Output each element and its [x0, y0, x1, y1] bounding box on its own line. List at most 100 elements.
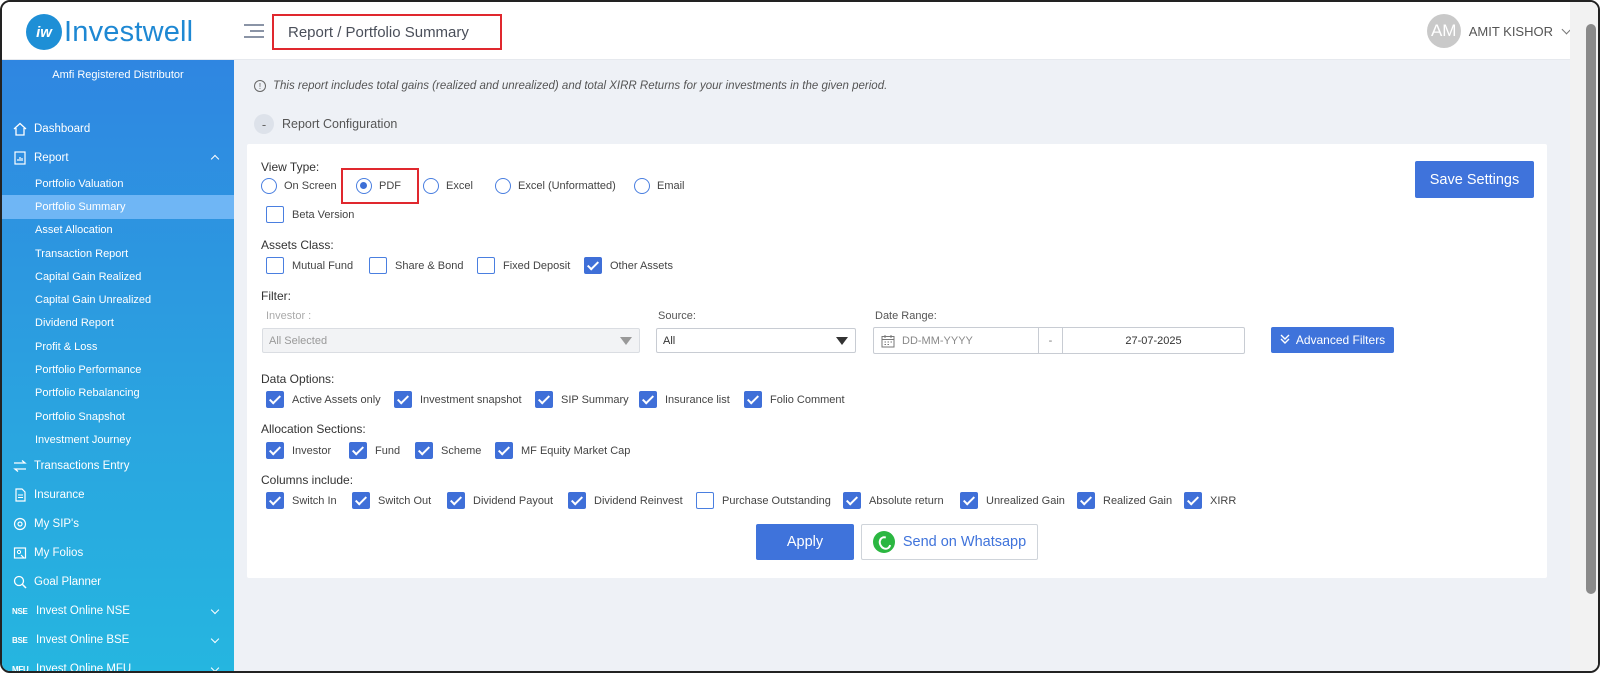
checkbox-unrealized-gain[interactable]: Unrealized Gain [960, 492, 1065, 509]
radio-excel[interactable]: Excel [423, 178, 473, 194]
source-value: All [663, 335, 676, 347]
checkbox [394, 391, 412, 408]
checkbox-xirr[interactable]: XIRR [1184, 492, 1236, 509]
submenu-investment-journey[interactable]: Investment Journey [2, 428, 234, 451]
sidebar-item-dashboard[interactable]: Dashboard [2, 114, 234, 143]
checkbox-investor[interactable]: Investor [266, 442, 331, 459]
chevron-down-icon [210, 605, 220, 614]
checkbox-sip-summary[interactable]: SIP Summary [535, 391, 629, 408]
checkbox-fixed-deposit[interactable]: Fixed Deposit [477, 257, 570, 274]
submenu-portfolio-snapshot[interactable]: Portfolio Snapshot [2, 405, 234, 428]
apply-button[interactable]: Apply [756, 524, 854, 560]
collapse-icon: - [254, 114, 274, 134]
radio-on-screen[interactable]: On Screen [261, 178, 337, 194]
sidebar-item-insurance[interactable]: Insurance [2, 481, 234, 510]
submenu-portfolio-valuation[interactable]: Portfolio Valuation [2, 172, 234, 195]
checkbox [639, 391, 657, 408]
checkbox-dividend-reinvest[interactable]: Dividend Reinvest [568, 492, 683, 509]
user-menu[interactable]: AM AMIT KISHOR [1426, 14, 1572, 48]
send-on-whatsapp-button[interactable]: Send on Whatsapp [861, 524, 1038, 560]
radio-excel-unformatted[interactable]: Excel (Unformatted) [495, 178, 616, 194]
sidebar: Amfi Registered Distributor Dashboard Re… [2, 60, 234, 673]
mfu-icon: MFU [12, 664, 29, 673]
radio-label: Excel (Unformatted) [518, 180, 616, 192]
checkbox [415, 442, 433, 459]
investor-select[interactable]: All Selected [262, 328, 640, 353]
submenu-portfolio-rebalancing[interactable]: Portfolio Rebalancing [2, 382, 234, 405]
checkbox [266, 492, 284, 509]
checkbox-label: Active Assets only [292, 393, 381, 406]
report-icon [12, 150, 28, 166]
sidebar-item-goal-planner[interactable]: Goal Planner [2, 568, 234, 597]
source-select[interactable]: All [656, 328, 856, 353]
logo[interactable]: iw Investwell [26, 14, 193, 50]
logo-text: Investwell [64, 15, 194, 48]
whatsapp-icon [872, 531, 895, 553]
checkbox-investment-snapshot[interactable]: Investment snapshot [394, 391, 522, 408]
menu-toggle-icon[interactable] [244, 24, 264, 40]
checkbox-dividend-payout[interactable]: Dividend Payout [447, 492, 553, 509]
sidebar-item-my-sips[interactable]: My SIP's [2, 510, 234, 539]
goal-icon [12, 574, 28, 590]
sidebar-item-report[interactable]: Report [2, 143, 234, 172]
checkbox-purchase-outstanding[interactable]: Purchase Outstanding [696, 492, 831, 509]
filter-label: Filter: [261, 289, 291, 303]
top-bar: iw Investwell Report / Portfolio Summary… [2, 2, 1598, 60]
calendar-icon[interactable] [874, 328, 902, 353]
checkbox-switch-in[interactable]: Switch In [266, 492, 337, 509]
info-text: This report includes total gains (realiz… [273, 80, 888, 92]
sidebar-item-invest-online-bse[interactable]: BSE Invest Online BSE [2, 626, 234, 655]
submenu-transaction-report[interactable]: Transaction Report [2, 242, 234, 265]
sidebar-item-invest-online-mfu[interactable]: MFU Invest Online MFU [2, 655, 234, 673]
send-on-whatsapp-label: Send on Whatsapp [902, 534, 1027, 550]
sidebar-item-my-folios[interactable]: My Folios [2, 539, 234, 568]
checkbox-switch-out[interactable]: Switch Out [352, 492, 431, 509]
checkbox-other-assets[interactable]: Other Assets [584, 257, 673, 274]
checkbox-label: XIRR [1210, 494, 1237, 507]
submenu-capital-gain-realized[interactable]: Capital Gain Realized [2, 265, 234, 288]
submenu-asset-allocation[interactable]: Asset Allocation [2, 219, 234, 242]
checkbox [352, 492, 370, 509]
bse-icon: BSE [12, 635, 28, 645]
checkbox [266, 442, 284, 459]
report-configuration-toggle[interactable]: - Report Configuration [254, 114, 397, 134]
submenu-portfolio-summary[interactable]: Portfolio Summary [2, 195, 234, 219]
checkbox-share-bond[interactable]: Share & Bond [369, 257, 464, 274]
sidebar-item-transactions-entry[interactable]: Transactions Entry [2, 452, 234, 481]
checkbox-label: Other Assets [610, 259, 673, 272]
checkbox [266, 391, 284, 408]
checkbox-scheme[interactable]: Scheme [415, 442, 481, 459]
sidebar-item-label: Transactions Entry [34, 460, 130, 473]
submenu-dividend-report[interactable]: Dividend Report [2, 312, 234, 335]
scrollbar-thumb[interactable] [1586, 24, 1596, 594]
save-settings-button[interactable]: Save Settings [1415, 161, 1534, 198]
checkbox-absolute-return[interactable]: Absolute return [843, 492, 944, 509]
checkbox-beta-version[interactable]: Beta Version [266, 206, 354, 223]
checkbox [495, 442, 513, 459]
checkbox-active-assets-only[interactable]: Active Assets only [266, 391, 381, 408]
sidebar-item-label: Goal Planner [34, 576, 102, 589]
radio-pdf[interactable]: PDF [356, 178, 401, 194]
checkbox-insurance-list[interactable]: Insurance list [639, 391, 730, 408]
checkbox-label: Investor [292, 444, 332, 457]
radio-label: PDF [379, 180, 401, 192]
checkbox-fund[interactable]: Fund [349, 442, 400, 459]
checkbox-label: Dividend Payout [473, 494, 554, 507]
checkbox-realized-gain[interactable]: Realized Gain [1077, 492, 1172, 509]
advanced-filters-button[interactable]: Advanced Filters [1271, 327, 1394, 353]
report-configuration-title: Report Configuration [282, 117, 398, 131]
info-icon: ! [254, 80, 266, 92]
submenu-profit-loss[interactable]: Profit & Loss [2, 335, 234, 358]
date-to-input[interactable]: 27-07-2025 [1063, 328, 1244, 353]
date-from-input[interactable]: DD-MM-YYYY [902, 328, 1039, 353]
submenu-capital-gain-unrealized[interactable]: Capital Gain Unrealized [2, 288, 234, 311]
radio-email[interactable]: Email [634, 178, 685, 194]
checkbox-mutual-fund[interactable]: Mutual Fund [266, 257, 353, 274]
sidebar-item-label: My Folios [34, 547, 84, 560]
submenu-portfolio-performance[interactable]: Portfolio Performance [2, 358, 234, 381]
folio-icon [12, 545, 28, 561]
sidebar-item-invest-online-nse[interactable]: NSE Invest Online NSE [2, 597, 234, 626]
checkbox-mf-equity-market-cap[interactable]: MF Equity Market Cap [495, 442, 630, 459]
checkbox-folio-comment[interactable]: Folio Comment [744, 391, 845, 408]
checkbox-label: Dividend Reinvest [594, 494, 683, 507]
